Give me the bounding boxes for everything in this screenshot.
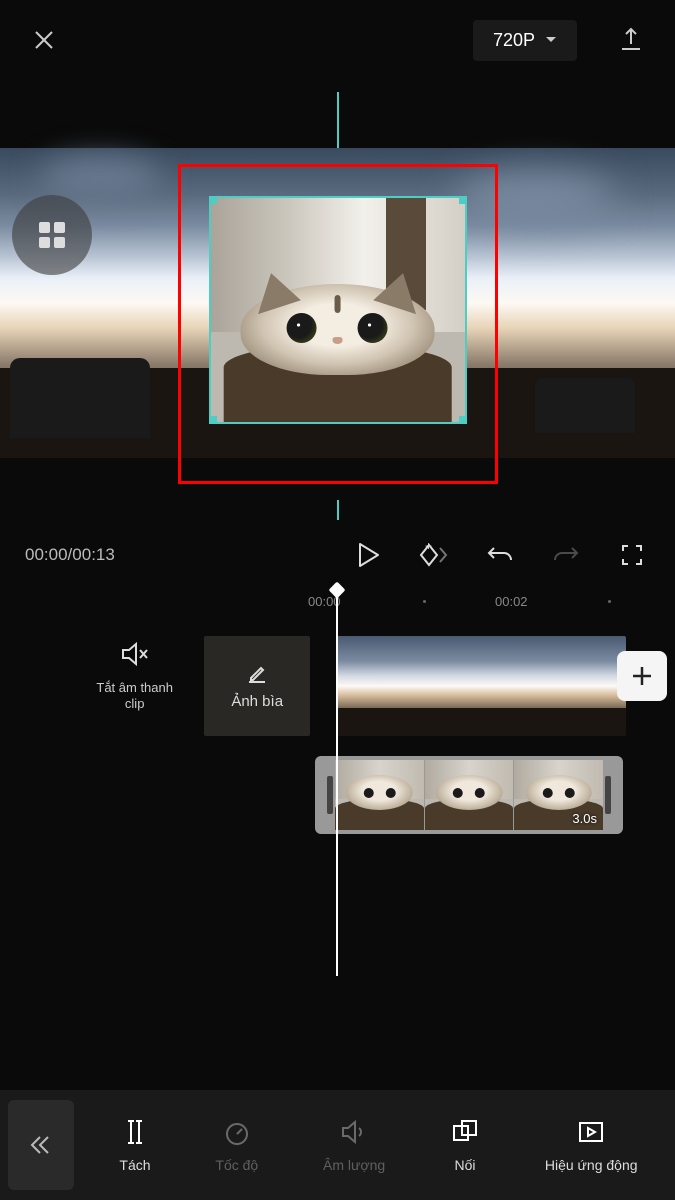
timeline-area[interactable]: Tắt âm thanh clip Ảnh bìa (0, 616, 675, 996)
plus-icon (629, 663, 655, 689)
toolbar-speed-label: Tốc độ (215, 1157, 258, 1174)
video-thumbnail (336, 636, 433, 736)
fullscreen-icon (620, 543, 644, 567)
animation-icon (577, 1119, 605, 1145)
ruler-dot (608, 600, 611, 603)
redo-button[interactable] (548, 537, 584, 573)
overlay-thumbnails: 3.0s (335, 760, 603, 830)
bottom-toolbar: Tách Tốc độ Âm lượng (0, 1090, 675, 1200)
ruler-dot (423, 600, 426, 603)
chevron-down-icon (545, 36, 557, 44)
main-video-track[interactable] (336, 636, 626, 736)
splice-icon (451, 1118, 479, 1146)
toolbar-volume[interactable]: Âm lượng (323, 1117, 385, 1174)
overlay-image-content (211, 198, 465, 422)
fullscreen-button[interactable] (614, 537, 650, 573)
edit-icon (246, 663, 268, 685)
toolbar-split-label: Tách (119, 1157, 150, 1174)
overlay-duration-label: 3.0s (572, 811, 597, 826)
close-button[interactable] (30, 26, 58, 54)
resize-handle-bottom-left[interactable] (209, 416, 217, 424)
video-thumbnail (529, 636, 626, 736)
resolution-label: 720P (493, 30, 535, 51)
preview-canvas[interactable] (0, 100, 675, 520)
mute-label: Tắt âm thanh clip (85, 680, 184, 711)
toolbar-volume-label: Âm lượng (323, 1157, 385, 1174)
total-time: 00:13 (72, 545, 115, 564)
redo-icon (552, 544, 580, 566)
speaker-mute-icon (120, 641, 150, 667)
resolution-dropdown[interactable]: 720P (473, 20, 577, 61)
overlay-track-clip[interactable]: 3.0s (315, 756, 623, 834)
toolbar-items: Tách Tốc độ Âm lượng (82, 1117, 675, 1174)
undo-icon (486, 544, 514, 566)
toolbar-animation-label: Hiệu ứng động (545, 1157, 638, 1174)
play-button[interactable] (350, 537, 386, 573)
export-icon (617, 26, 645, 54)
toolbar-animation[interactable]: Hiệu ứng động (545, 1117, 638, 1174)
close-icon (32, 28, 56, 52)
playhead[interactable] (336, 590, 338, 976)
toolbar-speed[interactable]: Tốc độ (215, 1117, 258, 1174)
play-icon (356, 542, 380, 568)
mute-control[interactable]: Tắt âm thanh clip (85, 636, 184, 736)
grid-icon (35, 218, 69, 252)
cover-image-button[interactable]: Ảnh bìa (204, 636, 310, 736)
current-time: 00:00 (25, 545, 68, 564)
overlay-thumbnail (425, 760, 514, 830)
top-right-group: 720P (473, 20, 645, 61)
split-icon (122, 1118, 148, 1146)
add-clip-button[interactable] (617, 651, 667, 701)
clip-trim-handle-left[interactable] (327, 776, 333, 814)
toolbar-splice-label: Nối (455, 1157, 476, 1174)
resize-handle-top-right[interactable] (459, 196, 467, 204)
keyframe-icon: + (418, 542, 450, 568)
top-bar: 720P (0, 0, 675, 80)
volume-icon (340, 1119, 368, 1145)
clip-trim-handle-right[interactable] (605, 776, 611, 814)
back-button[interactable] (8, 1100, 74, 1190)
export-button[interactable] (617, 26, 645, 54)
undo-button[interactable] (482, 537, 518, 573)
svg-text:+: + (425, 542, 432, 553)
ruler-mark-1: 00:02 (495, 594, 528, 609)
overlay-clip-selection[interactable] (209, 196, 467, 424)
overlay-thumbnail (335, 760, 424, 830)
playback-controls: 00:00/00:13 + (0, 520, 675, 590)
time-display: 00:00/00:13 (25, 545, 115, 565)
video-thumbnail (433, 636, 530, 736)
chevron-double-left-icon (28, 1133, 54, 1157)
toolbar-splice[interactable]: Nối (450, 1117, 480, 1174)
toolbar-split[interactable]: Tách (119, 1117, 150, 1174)
keyframe-button[interactable]: + (416, 537, 452, 573)
layout-grid-button[interactable] (12, 195, 92, 275)
speed-icon (223, 1118, 251, 1146)
alignment-guide-vertical-bottom (337, 500, 339, 520)
cover-label: Ảnh bìa (231, 693, 283, 710)
timeline-left-controls: Tắt âm thanh clip Ảnh bìa (0, 636, 310, 736)
